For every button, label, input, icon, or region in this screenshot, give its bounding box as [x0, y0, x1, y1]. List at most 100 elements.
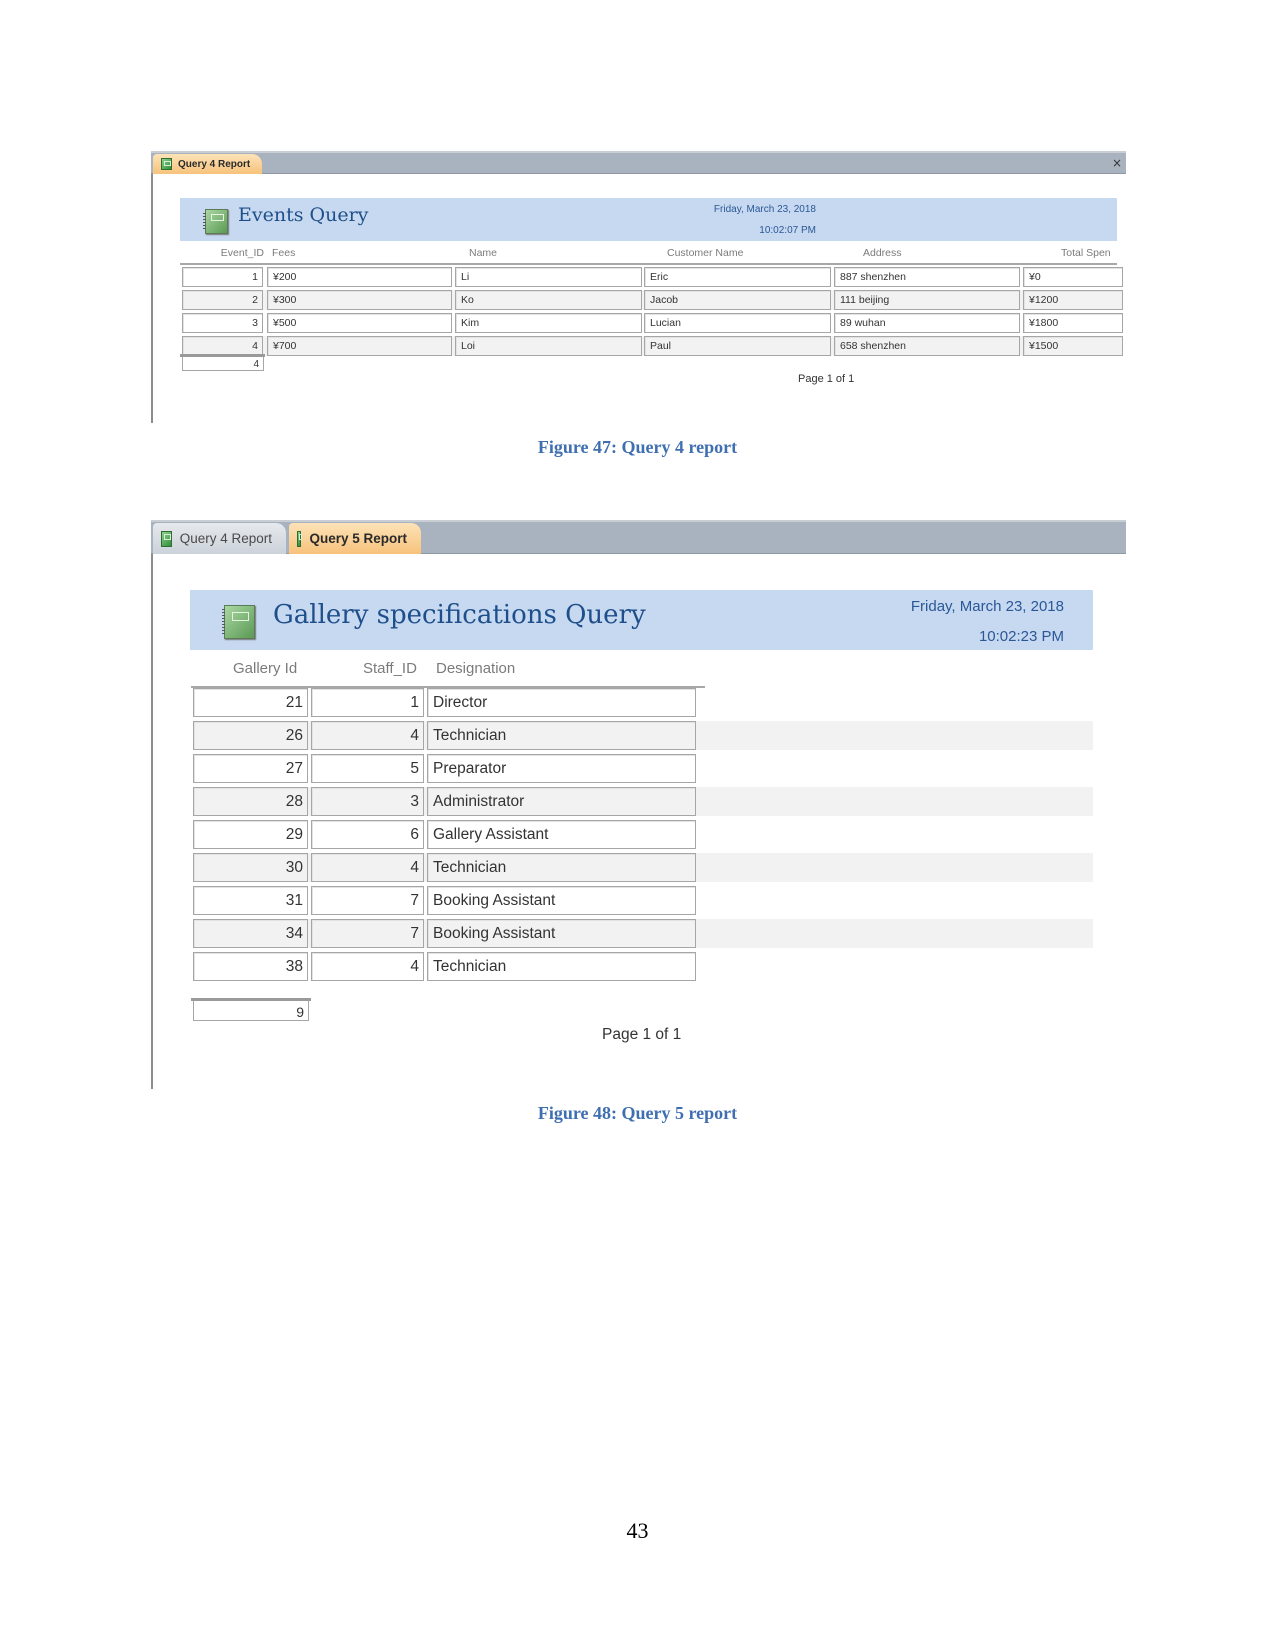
cell-staff-id[interactable]: 5 [311, 754, 424, 783]
tab-query-5-report[interactable]: Query 5 Report [289, 523, 421, 554]
cell-fees[interactable]: ¥300 [267, 290, 452, 310]
table-row: 26 4 Technician [193, 721, 1093, 750]
close-icon[interactable]: × [1112, 156, 1122, 170]
cell-address[interactable]: 89 wuhan [834, 313, 1020, 333]
figure-caption: Figure 48: Query 5 report [537, 1103, 738, 1123]
column-header-fees: Fees [272, 247, 296, 259]
cell-designation[interactable]: Booking Assistant [427, 886, 696, 915]
tab-label: Query 4 Report [179, 531, 272, 546]
figure-caption: Figure 47: Query 4 report [537, 437, 738, 457]
cell-event-id[interactable]: 4 [182, 336, 263, 356]
cell-gallery-id[interactable]: 30 [193, 853, 308, 882]
cell-gallery-id[interactable]: 29 [193, 820, 308, 849]
cell-gallery-id[interactable]: 26 [193, 721, 308, 750]
table-row: 3 ¥500 Kim Lucian 89 wuhan ¥1800 [182, 313, 1123, 333]
cell-staff-id[interactable]: 7 [311, 886, 424, 915]
cell-total-spent[interactable]: ¥1800 [1023, 313, 1123, 333]
column-header-customer-name: Customer Name [667, 247, 744, 259]
cell-total-spent[interactable]: ¥1500 [1023, 336, 1123, 356]
table-row: 27 5 Preparator [193, 754, 1093, 783]
document-tab-bar: Query 4 Report Query 5 Report [151, 520, 1126, 554]
record-count: 9 [193, 1001, 309, 1021]
report-title: Events Query [238, 204, 369, 226]
tab-query-4-report[interactable]: Query 4 Report [153, 154, 263, 174]
cell-address[interactable]: 111 beijing [834, 290, 1020, 310]
header-underline [180, 263, 1117, 265]
query4-report-window: Query 4 Report × Events Query Friday, Ma… [151, 151, 1126, 423]
report-notebook-icon [222, 605, 255, 639]
record-count: 4 [182, 357, 264, 371]
cell-staff-id[interactable]: 4 [311, 853, 424, 882]
cell-designation[interactable]: Technician [427, 952, 696, 981]
cell-name[interactable]: Li [455, 267, 642, 287]
document-tab-bar: Query 4 Report × [151, 151, 1126, 174]
cell-customer-name[interactable]: Lucian [644, 313, 831, 333]
cell-staff-id[interactable]: 1 [311, 688, 424, 717]
cell-staff-id[interactable]: 6 [311, 820, 424, 849]
cell-address[interactable]: 658 shenzhen [834, 336, 1020, 356]
cell-name[interactable]: Ko [455, 290, 642, 310]
report-icon [297, 530, 303, 547]
report-icon [161, 530, 172, 547]
cell-fees[interactable]: ¥200 [267, 267, 452, 287]
cell-designation[interactable]: Technician [427, 853, 696, 882]
cell-designation[interactable]: Technician [427, 721, 696, 750]
cell-total-spent[interactable]: ¥0 [1023, 267, 1123, 287]
cell-customer-name[interactable]: Eric [644, 267, 831, 287]
column-header-gallery-id: Gallery Id [233, 660, 298, 677]
cell-gallery-id[interactable]: 38 [193, 952, 308, 981]
column-header-name: Name [469, 247, 498, 259]
column-header-event-id: Event_ID [220, 247, 264, 259]
column-header-address: Address [863, 247, 902, 259]
cell-staff-id[interactable]: 4 [311, 952, 424, 981]
window-border [151, 520, 153, 1089]
report-icon [161, 158, 172, 170]
cell-staff-id[interactable]: 3 [311, 787, 424, 816]
page-number: 43 [626, 1518, 649, 1543]
report-date: Friday, March 23, 2018 [713, 204, 816, 215]
cell-customer-name[interactable]: Paul [644, 336, 831, 356]
report-header: Events Query Friday, March 23, 2018 10:0… [180, 198, 1117, 241]
table-row: 4 ¥700 Loi Paul 658 shenzhen ¥1500 [182, 336, 1123, 356]
table-row: 31 7 Booking Assistant [193, 886, 1093, 915]
cell-gallery-id[interactable]: 28 [193, 787, 308, 816]
cell-event-id[interactable]: 1 [182, 267, 263, 287]
tab-query-4-report[interactable]: Query 4 Report [153, 523, 286, 554]
table-row: 29 6 Gallery Assistant [193, 820, 1093, 849]
report-notebook-icon [203, 209, 228, 234]
cell-total-spent[interactable]: ¥1200 [1023, 290, 1123, 310]
cell-fees[interactable]: ¥500 [267, 313, 452, 333]
cell-name[interactable]: Loi [455, 336, 642, 356]
cell-designation[interactable]: Administrator [427, 787, 696, 816]
cell-fees[interactable]: ¥700 [267, 336, 452, 356]
table-row: 21 1 Director [193, 688, 1093, 717]
cell-gallery-id[interactable]: 31 [193, 886, 308, 915]
cell-gallery-id[interactable]: 34 [193, 919, 308, 948]
query5-report-window: Query 4 Report Query 5 Report Gallery sp… [151, 520, 1126, 1089]
cell-designation[interactable]: Gallery Assistant [427, 820, 696, 849]
table-row: 1 ¥200 Li Eric 887 shenzhen ¥0 [182, 267, 1123, 287]
report-time: 10:02:23 PM [978, 628, 1064, 645]
window-border [151, 151, 153, 423]
cell-designation[interactable]: Preparator [427, 754, 696, 783]
report-title: Gallery specifications Query [273, 600, 646, 630]
report-time: 10:02:07 PM [759, 225, 816, 236]
tab-label: Query 4 Report [178, 158, 251, 170]
tab-label: Query 5 Report [309, 531, 407, 546]
cell-staff-id[interactable]: 7 [311, 919, 424, 948]
cell-gallery-id[interactable]: 27 [193, 754, 308, 783]
cell-staff-id[interactable]: 4 [311, 721, 424, 750]
cell-designation[interactable]: Booking Assistant [427, 919, 696, 948]
table-row: 30 4 Technician [193, 853, 1093, 882]
cell-address[interactable]: 887 shenzhen [834, 267, 1020, 287]
cell-customer-name[interactable]: Jacob [644, 290, 831, 310]
column-header-staff-id: Staff_ID [363, 660, 417, 677]
report-date: Friday, March 23, 2018 [910, 598, 1064, 615]
cell-event-id[interactable]: 3 [182, 313, 263, 333]
cell-name[interactable]: Kim [455, 313, 642, 333]
page-indicator: Page 1 of 1 [602, 1026, 682, 1043]
cell-event-id[interactable]: 2 [182, 290, 263, 310]
cell-designation[interactable]: Director [427, 688, 696, 717]
table-row: 38 4 Technician [193, 952, 1093, 981]
cell-gallery-id[interactable]: 21 [193, 688, 308, 717]
